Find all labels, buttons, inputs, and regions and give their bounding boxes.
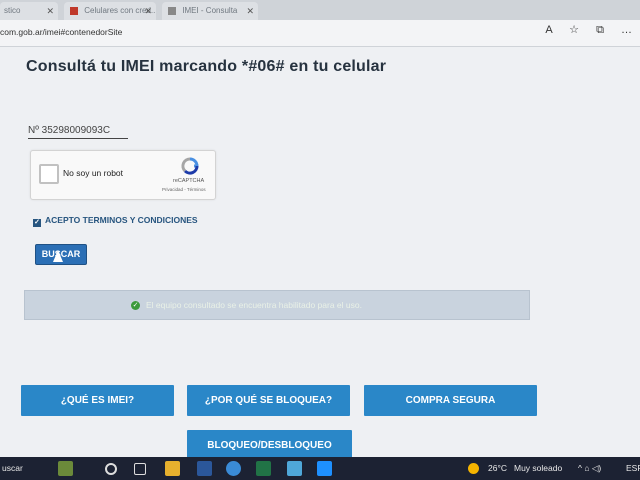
read-aloud-icon[interactable]: A xyxy=(545,24,552,36)
mouse-cursor-icon xyxy=(53,250,63,262)
search-thumbnail-icon xyxy=(58,461,73,476)
close-tab-icon[interactable]: ✕ xyxy=(46,2,54,20)
app-icon[interactable] xyxy=(287,461,302,476)
weather-status[interactable]: Muy soleado xyxy=(514,463,562,473)
checkbox-checked-icon[interactable]: ✓ xyxy=(33,219,41,227)
status-message-bar: ✓ El equipo consultado se encuentra habil… xyxy=(24,290,530,320)
favicon-icon xyxy=(168,6,176,15)
tab-label: IMEI - Consulta xyxy=(182,6,238,15)
recaptcha-checkbox[interactable] xyxy=(39,164,59,184)
windows-taskbar: uscar 26°C Muy soleado ^ ⌂ ◁) ESP xyxy=(0,457,640,480)
page-title: Consultá tu IMEI marcando *#06# en tu ce… xyxy=(26,58,387,75)
browser-tab-bar: stico ✕ Celulares con cred... ✕ IMEI - C… xyxy=(0,0,640,20)
edge-icon[interactable] xyxy=(226,461,241,476)
cortana-icon[interactable] xyxy=(105,463,117,475)
favorite-icon[interactable]: ☆ xyxy=(569,24,579,36)
sun-weather-icon xyxy=(468,463,479,474)
check-circle-icon: ✓ xyxy=(131,301,140,311)
word-icon[interactable] xyxy=(197,461,212,476)
browser-tab[interactable]: Celulares con cred... ✕ xyxy=(64,2,156,20)
task-view-icon[interactable] xyxy=(134,463,146,475)
browser-tab[interactable]: IMEI - Consulta ✕ xyxy=(162,2,258,20)
recaptcha-brand: reCAPTCHA xyxy=(173,178,205,184)
what-is-imei-button[interactable]: ¿QUÉ ES IMEI? xyxy=(21,385,174,416)
tab-label: stico xyxy=(4,6,21,15)
address-bar: com.gob.ar/imei#contenedorSite A ☆ ⧉ … xyxy=(0,20,640,47)
imei-input[interactable]: Nº 35298009093C xyxy=(28,125,128,139)
recaptcha-logo-icon xyxy=(181,157,199,175)
status-message: El equipo consultado se encuentra habili… xyxy=(146,300,362,310)
close-tab-icon[interactable]: ✕ xyxy=(246,2,254,20)
browser-toolbar: A ☆ ⧉ … xyxy=(531,23,632,37)
temperature[interactable]: 26°C xyxy=(488,463,507,473)
close-tab-icon[interactable]: ✕ xyxy=(144,2,152,20)
notification-icons[interactable]: ^ ⌂ ◁) xyxy=(578,463,601,474)
more-icon[interactable]: … xyxy=(621,24,632,36)
url-text[interactable]: com.gob.ar/imei#contenedorSite xyxy=(0,27,122,37)
file-explorer-icon[interactable] xyxy=(165,461,180,476)
recaptcha-links[interactable]: Privacidad - Términos xyxy=(162,187,206,192)
favicon-icon xyxy=(70,6,78,15)
photos-icon[interactable] xyxy=(317,461,332,476)
accept-terms-label: ACEPTO TERMINOS Y CONDICIONES xyxy=(45,215,198,225)
extensions-icon[interactable]: ⧉ xyxy=(596,24,604,36)
excel-icon[interactable] xyxy=(256,461,271,476)
recaptcha-widget: No soy un robot reCAPTCHA Privacidad - T… xyxy=(30,150,216,200)
why-blocked-button[interactable]: ¿POR QUÉ SE BLOQUEA? xyxy=(187,385,350,416)
accept-terms-checkbox[interactable]: ✓ ACEPTO TERMINOS Y CONDICIONES xyxy=(33,215,198,227)
recaptcha-label: No soy un robot xyxy=(63,168,124,178)
language-indicator[interactable]: ESP xyxy=(626,463,640,473)
safe-purchase-button[interactable]: COMPRA SEGURA xyxy=(364,385,537,416)
taskbar-search[interactable]: uscar xyxy=(2,463,23,473)
browser-tab[interactable]: stico ✕ xyxy=(0,2,58,20)
